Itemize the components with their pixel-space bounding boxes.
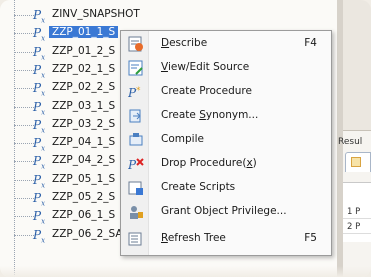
tree-item-label: ZZP_01_2_S: [52, 44, 116, 57]
drop-procedure-icon: P: [127, 156, 144, 172]
menu-item-label: Create Procedure: [161, 85, 252, 97]
menu-item-shortcut: F4: [304, 37, 317, 49]
menu-item-label: Describe: [161, 37, 208, 49]
stored-procedure-icon: Px: [33, 62, 46, 80]
tree-item-label: ZZP_02_1_S: [52, 62, 116, 75]
results-tab[interactable]: Resul: [338, 137, 362, 147]
menu-item-refresh-tree[interactable]: Refresh Tree F5: [121, 228, 331, 250]
menu-item-grant-object-privilege[interactable]: Grant Object Privilege...: [121, 201, 331, 223]
menu-item-create-synonym[interactable]: Create Synonym...: [121, 105, 331, 127]
tree-item-label: ZZP_05_2_S: [52, 191, 116, 203]
tree-guide-line: [14, 69, 34, 71]
stored-procedure-icon: Px: [33, 136, 46, 153]
tree-guide-line: [14, 88, 34, 90]
stored-procedure-icon: Px: [33, 99, 46, 116]
menu-item-label: View/Edit Source: [161, 61, 250, 73]
menu-item-label: Compile: [161, 133, 204, 145]
tree-item-label: ZZP_03_1_S: [52, 99, 116, 112]
grid-icon: [351, 157, 361, 167]
menu-item-view-edit-source[interactable]: View/Edit Source: [121, 57, 331, 79]
stored-procedure-icon: Px: [33, 191, 46, 208]
svg-text:P: P: [128, 158, 137, 172]
create-scripts-icon: [128, 180, 144, 196]
editor-area: [343, 0, 371, 130]
tree-guide-line: [14, 161, 34, 163]
tree-guide-line: [14, 106, 34, 108]
tree-item-label: ZZP_04_1_S: [52, 136, 116, 149]
stored-procedure-icon: Px: [33, 209, 46, 226]
tree-item-label: ZZP_03_2_S: [52, 117, 116, 130]
refresh-tree-icon: [128, 231, 144, 247]
stored-procedure-icon: Px: [33, 44, 46, 61]
tree-guide-line: [14, 234, 34, 236]
menu-item-create-scripts[interactable]: Create Scripts: [121, 177, 331, 199]
tree-item-label: ZINV_SNAPSHOT: [52, 8, 140, 20]
menu-item-drop-procedure-x[interactable]: P Drop Procedure(x): [121, 153, 331, 175]
create-synonym-icon: [128, 108, 144, 124]
tree-guide-line: [14, 143, 34, 145]
tree-guide-line: [14, 51, 34, 53]
results-row-text: 2 P: [347, 222, 361, 232]
screenshot-frame: Px ZINV_SNAPSHOT Px ZZP_01_1_S Px ZZP_01_2_S P…: [0, 0, 371, 277]
stored-procedure-icon: Px: [33, 8, 46, 25]
menu-item-label: Drop Procedure(x): [161, 157, 257, 169]
compile-icon: [128, 132, 144, 148]
stored-procedure-icon: Px: [33, 154, 46, 171]
results-row[interactable]: 2 P: [343, 220, 371, 234]
menu-item-label: Refresh Tree: [161, 232, 226, 244]
menu-item-shortcut: F5: [304, 232, 317, 244]
stored-procedure-icon: Px: [33, 81, 46, 98]
menu-item-label: Grant Object Privilege...: [161, 205, 287, 217]
context-menu: Describe F4 View/Edit Source P * Create Proce…: [120, 30, 332, 256]
stored-procedure-icon: Px: [33, 117, 46, 135]
stored-procedure-icon: Px: [33, 172, 46, 190]
tree-guide-line: [14, 33, 34, 35]
results-row[interactable]: 1 P: [343, 205, 371, 219]
tree-guide-line: [14, 198, 34, 199]
svg-text:*: *: [136, 86, 141, 96]
bottom-fade: [0, 266, 371, 277]
tree-guide-line: [14, 124, 34, 126]
view-edit-source-icon: [128, 60, 144, 76]
tree-item-label: ZZP_02_2_S: [52, 81, 116, 94]
stored-procedure-icon: Px: [33, 227, 46, 244]
create-procedure-icon: P *: [127, 84, 144, 100]
menu-item-describe[interactable]: Describe F4: [121, 33, 331, 55]
tree-guide-line: [14, 179, 34, 181]
menu-item-label: Create Synonym...: [161, 109, 259, 121]
menu-item-label: Create Scripts: [161, 181, 236, 193]
tree-item-label: ZZP_05_1_S: [52, 172, 116, 185]
describe-icon: [128, 36, 144, 52]
tree-item[interactable]: Px ZINV_SNAPSHOT: [0, 6, 150, 24]
results-subtab[interactable]: [345, 152, 371, 172]
results-row-text: 1 P: [347, 207, 361, 217]
tree-item-label: ZZP_01_1_S: [49, 26, 119, 39]
tree-item-label: ZZP_06_1_S: [52, 209, 116, 222]
tree-guide-line: [14, 216, 34, 218]
menu-item-create-procedure[interactable]: P * Create Procedure: [121, 81, 331, 103]
grant-privilege-icon: [128, 204, 144, 220]
tree-item-label: ZZP_04_2_S: [52, 154, 116, 167]
tree-guide-line: [14, 15, 34, 16]
menu-item-compile[interactable]: Compile: [121, 129, 331, 151]
